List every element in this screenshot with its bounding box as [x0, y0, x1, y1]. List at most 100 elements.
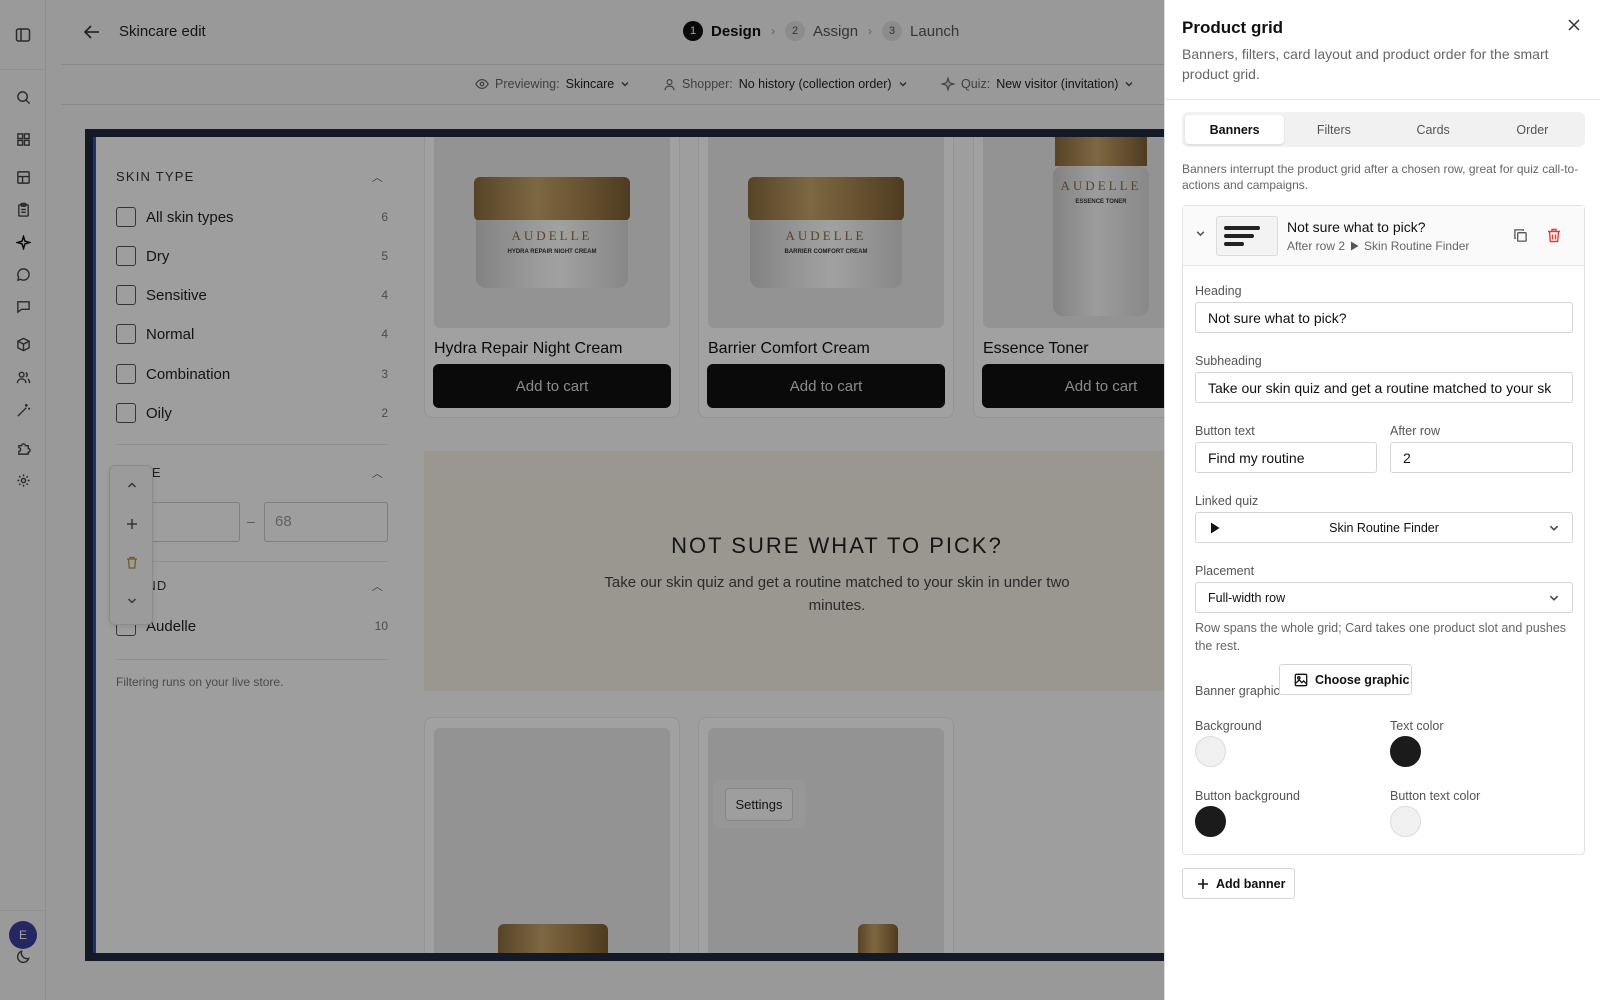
- product-name[interactable]: Hydra Repair Night Cream: [434, 340, 623, 358]
- after-row-input[interactable]: 2: [1390, 442, 1573, 473]
- preview-bar: Previewing: Skincare Shopper: No history…: [61, 65, 1164, 105]
- add-to-cart-button[interactable]: Add to cart: [982, 364, 1164, 408]
- tab-banners[interactable]: Banners: [1185, 115, 1285, 144]
- step-number: 1: [683, 21, 703, 41]
- puzzle-icon[interactable]: [12, 437, 34, 459]
- linked-quiz-select[interactable]: Skin Routine Finder: [1195, 512, 1573, 543]
- shopper-value: No history (collection order): [738, 77, 892, 91]
- quiz-banner-preview[interactable]: NOT SURE WHAT TO PICK? Take our skin qui…: [424, 451, 1164, 691]
- button-text-color-swatch[interactable]: [1390, 806, 1421, 837]
- search-icon[interactable]: [12, 86, 34, 108]
- close-icon[interactable]: [1565, 16, 1583, 34]
- message-icon[interactable]: [12, 295, 34, 317]
- section-toolbar: [109, 465, 153, 625]
- option-label: All skin types: [146, 208, 234, 226]
- step-assign[interactable]: 2 Assign: [785, 21, 858, 41]
- jar-body: AUDELLE BARRIER COMFORT CREAM: [750, 220, 902, 288]
- sparkle-icon[interactable]: [12, 231, 34, 253]
- checkbox[interactable]: [116, 364, 136, 384]
- product-name[interactable]: Barrier Comfort Cream: [708, 340, 870, 358]
- filter-option[interactable]: All skin types 6: [116, 205, 388, 229]
- step-launch[interactable]: 3 Launch: [882, 21, 959, 41]
- moon-icon[interactable]: [12, 945, 34, 967]
- add-to-cart-button[interactable]: Add to cart: [433, 364, 671, 408]
- move-down-icon[interactable]: [121, 590, 143, 612]
- product-card[interactable]: AUDELLE BARRIER COMFORT CREAM Barrier Com…: [698, 137, 954, 418]
- trash-icon[interactable]: [121, 551, 143, 573]
- layout-icon[interactable]: [12, 24, 34, 46]
- price-max-input[interactable]: 68: [264, 502, 388, 542]
- product-name[interactable]: Essence Toner: [983, 340, 1089, 358]
- filter-option[interactable]: Oily 2: [116, 401, 388, 425]
- checkbox[interactable]: [116, 207, 136, 227]
- button-text-input[interactable]: Find my routine: [1195, 442, 1377, 473]
- sparkle-icon: [941, 77, 955, 91]
- banner-heading: NOT SURE WHAT TO PICK?: [671, 533, 1003, 558]
- divider: [116, 561, 388, 562]
- wand-icon[interactable]: [12, 399, 34, 421]
- filter-section-brand[interactable]: BRAND︿: [116, 578, 388, 593]
- banner-editor-card: Not sure what to pick? After row 2 Skin …: [1182, 205, 1585, 855]
- bottle-cap: [1055, 137, 1147, 166]
- tab-filters[interactable]: Filters: [1284, 115, 1383, 144]
- quiz-value: New visitor (invitation): [996, 77, 1119, 91]
- subheading-input[interactable]: Take our skin quiz and get a routine mat…: [1195, 372, 1573, 403]
- option-label: Audelle: [146, 617, 197, 635]
- box-icon[interactable]: [12, 333, 34, 355]
- product-card[interactable]: AUDELLE ESSENCE TONER Essence Toner Add t…: [973, 137, 1164, 418]
- shopper-label: Shopper:: [682, 77, 733, 91]
- add-to-cart-button[interactable]: Add to cart: [707, 364, 945, 408]
- settings-pill: Settings: [713, 780, 805, 828]
- quiz-select[interactable]: Quiz: New visitor (invitation): [941, 77, 1134, 91]
- filter-option[interactable]: Dry 5: [116, 244, 388, 268]
- delete-icon[interactable]: [1547, 228, 1561, 243]
- move-up-icon[interactable]: [121, 474, 143, 496]
- choose-graphic-button[interactable]: Choose graphic: [1279, 664, 1412, 695]
- filter-option[interactable]: Audelle 10: [116, 614, 388, 638]
- plus-icon[interactable]: [121, 513, 143, 535]
- placement-select[interactable]: Full-width row: [1195, 582, 1573, 613]
- filter-section-price[interactable]: PRICE︿: [116, 465, 388, 480]
- duplicate-icon[interactable]: [1513, 228, 1528, 243]
- thumb-line: [1224, 226, 1260, 230]
- background-color-swatch[interactable]: [1195, 736, 1226, 767]
- shopper-select[interactable]: Shopper: No history (collection order): [663, 77, 908, 91]
- tab-cards[interactable]: Cards: [1384, 115, 1483, 144]
- users-icon[interactable]: [12, 366, 34, 388]
- step-design[interactable]: 1 Design: [683, 21, 761, 41]
- panel-description: Banners, filters, card layout and produc…: [1182, 46, 1549, 82]
- product-card[interactable]: AUDELLE HYDRA REPAIR NIGHT CREAM Hydra Re…: [424, 137, 680, 418]
- banner-item-header[interactable]: Not sure what to pick? After row 2 Skin …: [1183, 206, 1584, 266]
- clipboard-icon[interactable]: [12, 198, 34, 220]
- button-background-swatch[interactable]: [1195, 806, 1226, 837]
- checkbox[interactable]: [116, 246, 136, 266]
- checkbox[interactable]: [116, 324, 136, 344]
- back-arrow-icon[interactable]: [81, 21, 103, 43]
- chat-icon[interactable]: [12, 263, 34, 285]
- filter-option[interactable]: Sensitive 4: [116, 283, 388, 307]
- template-icon[interactable]: [12, 166, 34, 188]
- checkbox[interactable]: [116, 285, 136, 305]
- filter-section-skin-type[interactable]: SKIN TYPE ︿: [116, 169, 388, 184]
- add-banner-button[interactable]: Add banner: [1182, 868, 1295, 899]
- product-brandmark: AUDELLE: [785, 228, 867, 243]
- filter-option[interactable]: Combination 3: [116, 362, 388, 386]
- settings-button[interactable]: Settings: [724, 787, 794, 821]
- chevron-down-icon[interactable]: [1195, 228, 1206, 239]
- tab-order[interactable]: Order: [1483, 115, 1582, 144]
- product-card[interactable]: [698, 717, 954, 953]
- option-label: Sensitive: [146, 286, 207, 304]
- product-card[interactable]: [424, 717, 680, 953]
- heading-input[interactable]: Not sure what to pick?: [1195, 302, 1573, 333]
- text-color-swatch[interactable]: [1390, 736, 1421, 767]
- previewing-select[interactable]: Previewing: Skincare: [475, 77, 630, 91]
- jar-body: AUDELLE HYDRA REPAIR NIGHT CREAM: [476, 220, 628, 288]
- jar-lid: [858, 924, 898, 953]
- grid-icon[interactable]: [12, 128, 34, 150]
- jar-label: BARRIER COMFORT CREAM: [784, 249, 868, 255]
- checkbox[interactable]: [116, 403, 136, 423]
- divider: [1165, 99, 1600, 100]
- button-background-label: Button background: [1195, 789, 1300, 803]
- gear-icon[interactable]: [12, 469, 34, 491]
- filter-option[interactable]: Normal 4: [116, 322, 388, 346]
